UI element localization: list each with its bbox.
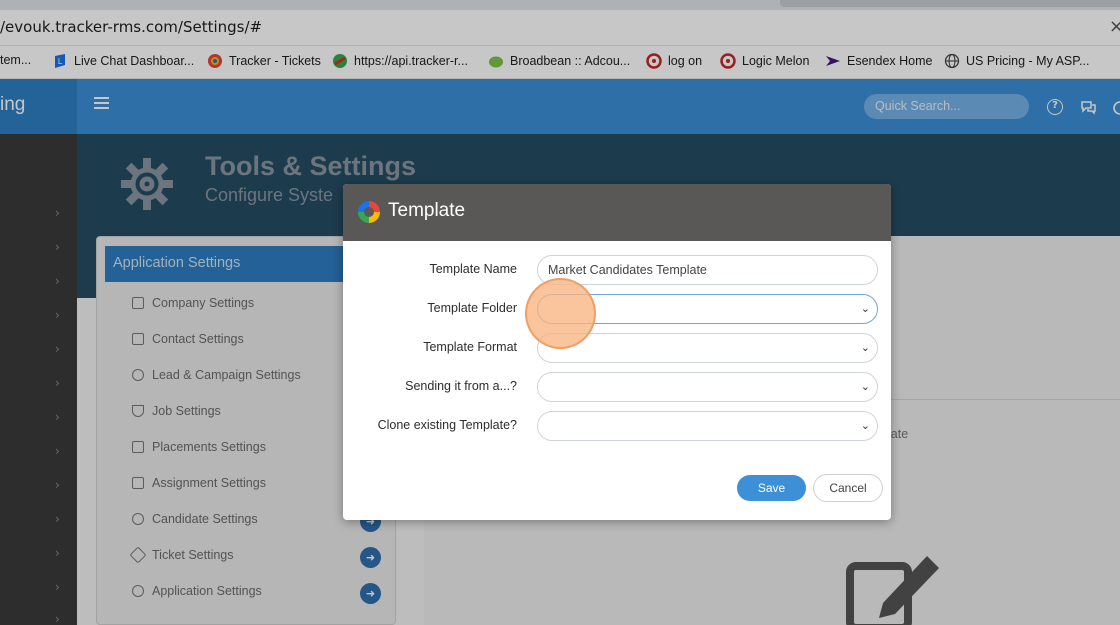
template-name-value: Market Candidates Template <box>548 263 707 277</box>
clone-template-select[interactable]: ⌄ <box>537 411 878 441</box>
modal-header: Template <box>343 184 891 241</box>
template-folder-label: Template Folder <box>427 301 517 315</box>
chevron-down-icon: ⌄ <box>860 420 870 432</box>
template-format-select[interactable]: ⌄ <box>537 333 878 363</box>
cancel-button[interactable]: Cancel <box>813 474 883 502</box>
template-name-input[interactable]: Market Candidates Template <box>537 255 878 285</box>
chevron-down-icon: ⌄ <box>860 342 870 354</box>
template-modal: Template Template Name Market Candidates… <box>343 184 891 520</box>
sending-from-label: Sending it from a...? <box>405 379 517 393</box>
modal-title: Template <box>388 200 466 221</box>
sending-from-select[interactable]: ⌄ <box>537 372 878 402</box>
clone-template-label: Clone existing Template? <box>377 418 517 432</box>
save-button[interactable]: Save <box>737 475 806 501</box>
template-name-label: Template Name <box>429 262 517 276</box>
chevron-down-icon: ⌄ <box>860 381 870 393</box>
template-format-label: Template Format <box>423 340 517 354</box>
click-highlight <box>525 278 596 349</box>
tracker-logo-icon <box>358 201 380 223</box>
chevron-down-icon: ⌄ <box>860 303 870 315</box>
